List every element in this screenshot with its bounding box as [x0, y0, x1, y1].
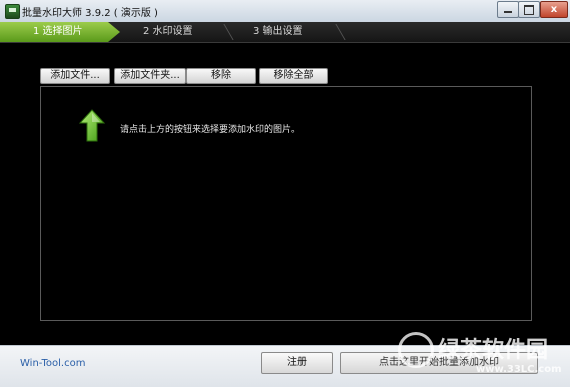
maximize-button[interactable] [518, 1, 540, 18]
image-list-area[interactable]: 请点击上方的按钮来选择要添加水印的图片。 [40, 86, 532, 321]
step-watermark-settings[interactable]: 2 水印设置 [143, 22, 193, 42]
start-watermark-button[interactable]: 点击这里开始批量添加水印 [340, 352, 538, 374]
footer-bar: Win-Tool.com 注册 点击这里开始批量添加水印 [0, 345, 570, 387]
maximize-icon [524, 5, 534, 15]
window-title: 批量水印大师 3.9.2 ( 演示版 ) [22, 8, 158, 19]
add-file-button[interactable]: 添加文件... [40, 68, 110, 84]
register-button[interactable]: 注册 [261, 352, 333, 374]
step-separator [325, 24, 346, 40]
close-button[interactable]: x [540, 1, 568, 18]
title-bar: 批量水印大师 3.9.2 ( 演示版 ) x [0, 0, 570, 23]
step-separator [213, 24, 234, 40]
green-up-arrow-icon [79, 109, 105, 142]
remove-button[interactable]: 移除 [186, 68, 256, 84]
step-output-settings[interactable]: 3 输出设置 [253, 22, 303, 42]
add-images-hint: 请点击上方的按钮来选择要添加水印的图片。 [120, 125, 301, 135]
app-icon [5, 4, 20, 19]
add-folder-button[interactable]: 添加文件夹... [114, 68, 186, 84]
minimize-button[interactable] [497, 1, 519, 18]
wizard-steps: 1 选择图片 2 水印设置 3 输出设置 [0, 22, 570, 43]
step-select-images[interactable]: 1 选择图片 [0, 22, 120, 42]
minimize-icon [504, 11, 512, 13]
close-icon: x [550, 4, 558, 15]
website-link[interactable]: Win-Tool.com [20, 358, 85, 369]
remove-all-button[interactable]: 移除全部 [259, 68, 328, 84]
